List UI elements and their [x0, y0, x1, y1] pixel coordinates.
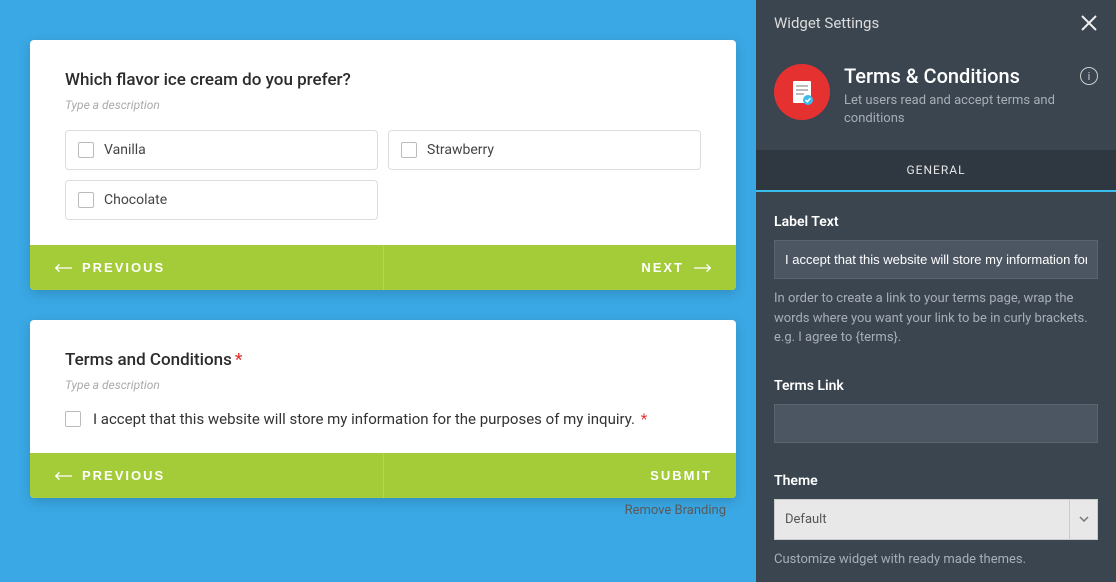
chevron-down-icon[interactable] [1070, 499, 1098, 540]
option-chocolate[interactable]: Chocolate [65, 180, 378, 220]
label-text-input[interactable] [774, 240, 1098, 279]
nav-bar: PREVIOUS NEXT [30, 245, 736, 290]
settings-tabs: GENERAL [756, 150, 1116, 192]
next-label: NEXT [641, 260, 684, 275]
field-label: Terms Link [774, 378, 1098, 394]
field-label: Theme [774, 473, 1098, 489]
widget-description: Let users read and accept terms and cond… [844, 92, 1098, 128]
description-placeholder[interactable]: Type a description [65, 98, 701, 112]
option-vanilla[interactable]: Vanilla [65, 130, 378, 170]
terms-title[interactable]: Terms and Conditions* [65, 350, 701, 370]
previous-button[interactable]: PREVIOUS [54, 260, 165, 275]
widget-title: Terms & Conditions [844, 64, 1020, 88]
option-checkbox[interactable] [78, 142, 94, 158]
description-placeholder[interactable]: Type a description [65, 378, 701, 392]
option-checkbox[interactable] [401, 142, 417, 158]
form-canvas: Which flavor ice cream do you prefer? Ty… [0, 0, 756, 582]
submit-button[interactable]: SUBMIT [650, 468, 712, 483]
question-card-flavor: Which flavor ice cream do you prefer? Ty… [30, 40, 736, 290]
question-title[interactable]: Which flavor ice cream do you prefer? [65, 70, 701, 90]
previous-button[interactable]: PREVIOUS [54, 468, 165, 483]
widget-info: Terms & Conditions i Let users read and … [756, 46, 1116, 150]
option-label: Vanilla [104, 142, 146, 158]
field-label-text: Label Text In order to create a link to … [774, 214, 1098, 348]
terms-title-text: Terms and Conditions [65, 350, 232, 370]
helper-text: Customize widget with ready made themes. [774, 550, 1098, 570]
terms-accept-row[interactable]: I accept that this website will store my… [65, 410, 701, 428]
theme-select[interactable]: Default [774, 499, 1098, 540]
arrow-left-icon [54, 263, 72, 273]
required-asterisk: * [235, 350, 243, 370]
arrow-right-icon [694, 263, 712, 273]
terms-checkbox[interactable] [65, 411, 81, 427]
field-terms-link: Terms Link [774, 378, 1098, 443]
submit-label: SUBMIT [650, 468, 712, 483]
arrow-left-icon [54, 471, 72, 481]
settings-sidebar: Widget Settings Terms & Conditions i Let… [756, 0, 1116, 582]
next-button[interactable]: NEXT [641, 260, 712, 275]
option-label: Chocolate [104, 192, 167, 208]
nav-bar: PREVIOUS SUBMIT [30, 453, 736, 498]
theme-select-value: Default [774, 499, 1070, 540]
tab-general[interactable]: GENERAL [756, 150, 1116, 190]
required-asterisk: * [641, 410, 647, 428]
field-theme: Theme Default Customize widget with read… [774, 473, 1098, 570]
question-card-terms: Terms and Conditions* Type a description… [30, 320, 736, 498]
sidebar-header: Widget Settings [756, 0, 1116, 46]
terms-link-input[interactable] [774, 404, 1098, 443]
option-checkbox[interactable] [78, 192, 94, 208]
previous-label: PREVIOUS [82, 468, 165, 483]
option-strawberry[interactable]: Strawberry [388, 130, 701, 170]
option-label: Strawberry [427, 142, 494, 158]
previous-label: PREVIOUS [82, 260, 165, 275]
document-icon [774, 64, 830, 120]
accept-text: I accept that this website will store my… [93, 410, 635, 428]
sidebar-title: Widget Settings [774, 14, 879, 32]
close-icon[interactable] [1080, 14, 1098, 32]
field-label: Label Text [774, 214, 1098, 230]
helper-text: In order to create a link to your terms … [774, 289, 1098, 348]
info-icon[interactable]: i [1080, 67, 1098, 85]
